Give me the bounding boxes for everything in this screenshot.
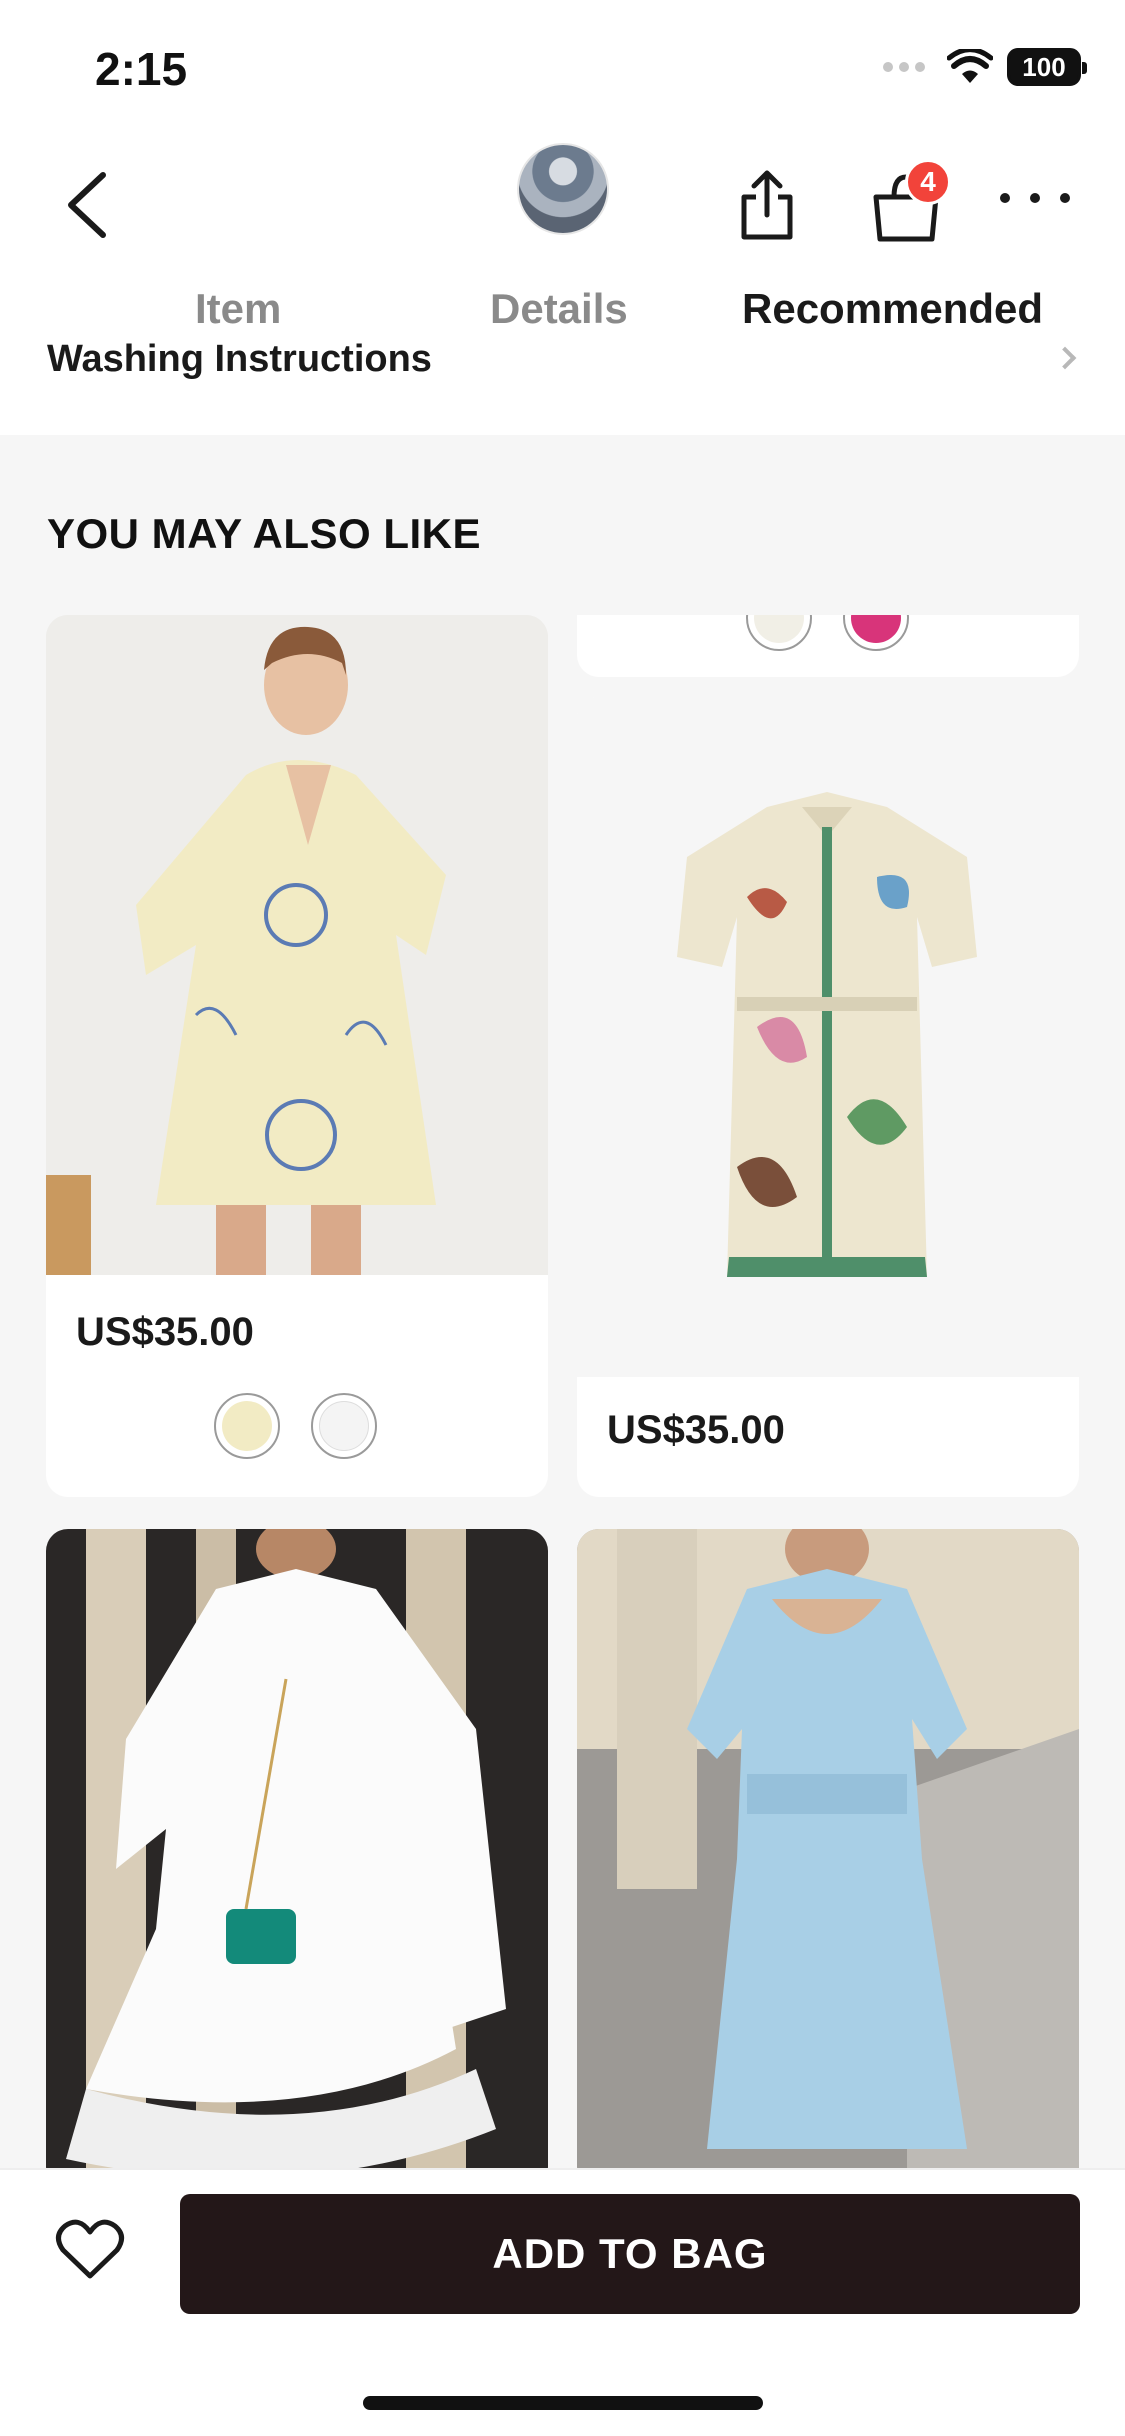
washing-instructions-row[interactable]: Washing Instructions [0, 340, 1125, 435]
back-button[interactable] [55, 165, 125, 245]
section-title: YOU MAY ALSO LIKE [47, 510, 482, 557]
home-indicator[interactable] [363, 2396, 763, 2410]
status-icons: 100 [883, 48, 1087, 86]
nav-header: 4 [0, 135, 1125, 275]
color-swatch[interactable] [746, 615, 812, 651]
chevron-right-icon [1053, 346, 1077, 370]
share-icon[interactable] [732, 165, 802, 245]
washing-instructions-label: Washing Instructions [47, 340, 432, 380]
cart-count-badge: 4 [905, 159, 951, 205]
tab-item[interactable]: Item [195, 285, 281, 333]
product-card[interactable] [577, 1529, 1079, 2189]
status-time: 2:15 [95, 43, 188, 95]
color-swatch[interactable] [214, 1393, 280, 1459]
product-price: US$35.00 [607, 1408, 785, 1452]
color-swatch[interactable] [843, 615, 909, 651]
product-card-partial[interactable] [577, 615, 1079, 677]
add-to-bag-button[interactable]: ADD TO BAG [180, 2194, 1080, 2314]
signal-icon [883, 62, 925, 72]
heart-icon[interactable] [55, 2218, 125, 2282]
product-image[interactable] [577, 1529, 1079, 2189]
product-card[interactable] [46, 1529, 548, 2189]
status-bar: 2:15 100 [0, 0, 1125, 135]
product-card[interactable]: US$35.00 [46, 615, 548, 1497]
product-price: US$35.00 [76, 1310, 254, 1354]
wifi-icon [947, 49, 993, 83]
tab-details[interactable]: Details [490, 285, 628, 333]
swatch-yellow [222, 1401, 272, 1451]
color-swatch[interactable] [311, 1393, 377, 1459]
battery-icon: 100 [1007, 48, 1087, 86]
product-image[interactable] [46, 1529, 548, 2189]
swatch-color [754, 615, 804, 643]
product-page: 2:15 100 4 Item Details Recommended Wash… [0, 0, 1125, 2436]
tab-recommended[interactable]: Recommended [742, 285, 1043, 333]
product-image[interactable] [577, 697, 1079, 1377]
swatch-white [319, 1401, 369, 1451]
product-image[interactable] [46, 615, 548, 1275]
product-card[interactable]: US$35.00 [577, 697, 1079, 1497]
product-thumbnail[interactable] [517, 143, 609, 235]
more-options-icon[interactable] [1000, 183, 1070, 213]
